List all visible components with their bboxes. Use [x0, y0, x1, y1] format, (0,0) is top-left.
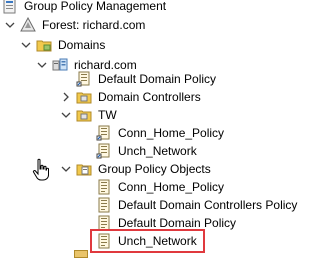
tree-item-domains[interactable]: Domains: [20, 35, 105, 55]
tree-item-tw[interactable]: TW: [60, 105, 117, 125]
gpo-icon: [96, 179, 112, 195]
gpo-link-icon: [96, 143, 112, 159]
tree-item-default-domain-policy-link[interactable]: Default Domain Policy: [76, 69, 216, 89]
forest-icon: [20, 16, 36, 33]
gpo-icon: [96, 197, 112, 213]
gpo-folder-icon: [76, 161, 92, 177]
chevron-down-icon[interactable]: [60, 105, 72, 125]
hand-cursor-icon: [32, 158, 50, 185]
chevron-down-icon[interactable]: [36, 55, 48, 75]
ou-folder-icon: [76, 107, 92, 123]
gpo-link-icon: [76, 71, 92, 87]
gpo-link-icon: [96, 125, 112, 141]
chevron-down-icon[interactable]: [4, 15, 16, 35]
tree-label: Conn_Home_Policy: [118, 180, 225, 194]
chevron-down-icon[interactable]: [60, 159, 72, 179]
tree-label: Domains: [58, 38, 106, 52]
tree-item-group-policy-management[interactable]: Group Policy Management: [2, 0, 166, 16]
gpm-console-icon: [2, 0, 18, 14]
tree-item-tw-unch-network[interactable]: Unch_Network: [96, 141, 197, 161]
tree-label: Domain Controllers: [98, 90, 201, 104]
chevron-down-icon[interactable]: [20, 35, 32, 55]
tree-item-gpo-default-domain-controllers-policy[interactable]: Default Domain Controllers Policy: [96, 195, 297, 215]
domains-folder-icon: [36, 37, 52, 53]
domain-icon: [52, 57, 68, 73]
partial-folder-icon: [74, 250, 88, 258]
tree-label: Conn_Home_Policy: [118, 126, 225, 140]
tree-label: TW: [98, 108, 117, 122]
highlight-box: [90, 229, 205, 253]
tree-item-tw-conn-home-policy[interactable]: Conn_Home_Policy: [96, 123, 224, 143]
tree-label: Default Domain Policy: [98, 72, 217, 86]
tree-item-gpo-conn-home-policy[interactable]: Conn_Home_Policy: [96, 177, 224, 197]
ou-folder-icon: [76, 89, 92, 105]
tree-label: Group Policy Management: [24, 0, 167, 13]
tree-label: Group Policy Objects: [98, 162, 211, 176]
tree-item-group-policy-objects[interactable]: Group Policy Objects: [60, 159, 211, 179]
chevron-right-icon[interactable]: [60, 87, 72, 107]
tree-label: Default Domain Controllers Policy: [118, 198, 298, 212]
tree-label: Forest: richard.com: [42, 18, 146, 32]
tree-item-domain-controllers[interactable]: Domain Controllers: [60, 87, 201, 107]
tree-item-forest[interactable]: Forest: richard.com: [4, 15, 145, 35]
tree-label: Unch_Network: [118, 144, 197, 158]
